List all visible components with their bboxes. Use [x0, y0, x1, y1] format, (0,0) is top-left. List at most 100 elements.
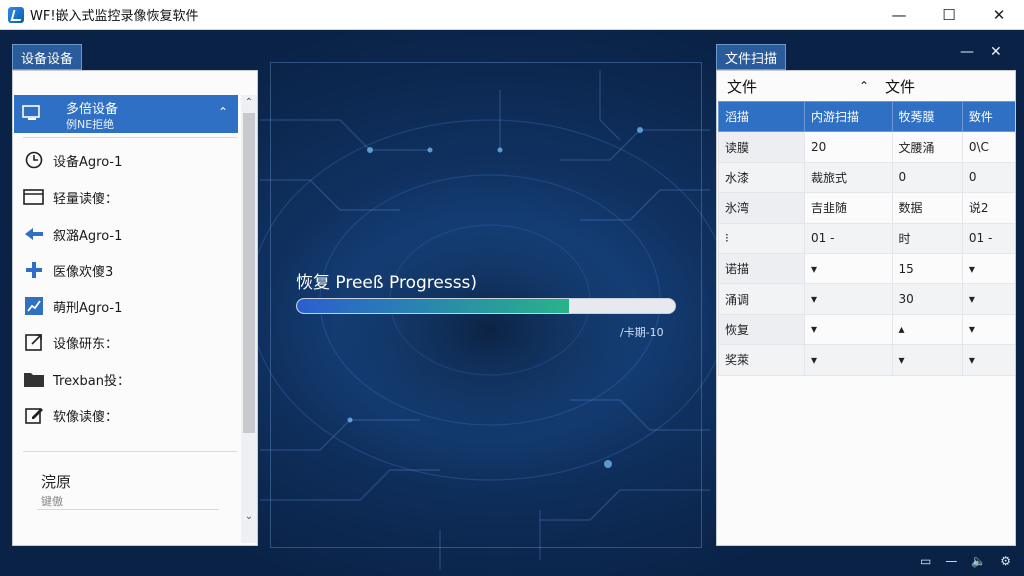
device-item-label: 软像读傻：: [53, 409, 119, 425]
monitor-icon[interactable]: ▭: [920, 554, 931, 568]
progress-bar-fill: [297, 299, 570, 313]
plus-icon: [23, 260, 45, 280]
table-cell: ▾: [961, 344, 1015, 376]
table-cell: ▾: [804, 313, 893, 346]
panel-minimize-button[interactable]: —: [960, 44, 974, 60]
table-cell: 20: [804, 131, 893, 163]
table-row[interactable]: 水漆 裁旅式 0 0: [718, 161, 1015, 194]
table-cell: 读膜: [718, 131, 805, 163]
column-header[interactable]: 致件: [961, 100, 1015, 133]
table-cell: ▾: [961, 252, 1015, 285]
device-item-label: 轻量读傻：: [53, 191, 119, 207]
disk-clock-icon: [23, 150, 45, 170]
file-scan-table: 滔描 内游扫描 牧莠膜 致件 读膜 20 文腰涌 0\C 水漆 裁旅式 0 0 氷湾 吉韭随 数据 说2 ⁝ 01…: [718, 100, 1015, 376]
file-header-right: 文件: [885, 77, 916, 96]
column-header[interactable]: 牧莠膜: [891, 100, 963, 133]
chart-icon: [23, 296, 45, 316]
progress-note: /卡期-10: [620, 326, 664, 339]
table-cell: 奖萊: [718, 344, 805, 376]
file-scan-panel-controls: — ✕: [960, 44, 1002, 60]
scroll-thumb[interactable]: [243, 113, 255, 433]
section-sub: 键傲: [41, 495, 63, 508]
scroll-down-arrow[interactable]: ⌄: [241, 511, 257, 522]
table-cell: ▾: [891, 344, 963, 376]
device-item[interactable]: 萌刑Agro-1: [23, 293, 122, 319]
device-panel: 多倍设备 例NE拒绝 ⌃ 设备Agro-1 轻量读傻： 叙潞Agro-1 医像欢…: [12, 70, 258, 546]
table-row[interactable]: ⁝ 01 - 时 01 -: [718, 222, 1015, 254]
table-cell: 恢复: [718, 313, 805, 346]
device-item[interactable]: 叙潞Agro-1: [23, 221, 122, 247]
file-header-left: 文件: [727, 77, 758, 96]
device-item-label: 设备Agro-1: [53, 154, 123, 170]
table-cell: ▾: [804, 252, 893, 285]
column-header[interactable]: 滔描: [718, 100, 805, 133]
device-item-label: 萌刑Agro-1: [53, 300, 123, 316]
column-header[interactable]: 内游扫描: [804, 100, 893, 133]
device-item-label: 叙潞Agro-1: [53, 228, 123, 244]
window-title: WF!嵌入式监控录像恢复软件: [30, 9, 199, 24]
file-scan-panel-title: 文件扫描: [716, 44, 787, 70]
monitor-icon: [22, 104, 42, 126]
minimize-button[interactable]: —: [874, 0, 924, 30]
table-cell: 说2: [961, 192, 1015, 224]
table-cell: 吉韭随: [804, 192, 893, 224]
speaker-icon[interactable]: 🔈: [971, 554, 986, 568]
device-panel-title: 设备设备: [12, 44, 83, 70]
progress-bar: [296, 298, 676, 314]
table-cell: 01 -: [961, 222, 1015, 254]
table-cell: 文腰涌: [891, 131, 963, 163]
table-cell: ▾: [961, 283, 1015, 315]
device-item-label: Trexban投：: [53, 373, 131, 389]
progress-label: 恢复 Preeß Progresss): [296, 273, 478, 293]
table-row[interactable]: 读膜 20 文腰涌 0\C: [718, 131, 1015, 163]
device-item-label: 医像欢傻3: [53, 264, 114, 280]
table-row[interactable]: 诺描 ▾ 15 ▾: [718, 252, 1015, 285]
table-header-row: 滔描 内游扫描 牧莠膜 致件: [718, 100, 1015, 133]
status-tray: ▭ — 🔈 ⚙: [920, 554, 1011, 568]
device-item-label: 设像研东：: [53, 336, 119, 352]
table-cell: 裁旅式: [804, 161, 893, 194]
device-panel-scrollbar[interactable]: ⌃ ⌄: [241, 95, 257, 543]
table-row[interactable]: 恢复 ▾ ▴ ▾: [718, 313, 1015, 346]
table-cell: ▾: [961, 313, 1015, 346]
table-cell: 0: [891, 161, 963, 194]
selected-device-label: 多倍设备: [66, 102, 119, 117]
table-cell: 氷湾: [718, 192, 805, 224]
gear-icon[interactable]: ⚙: [1000, 554, 1011, 568]
device-item[interactable]: 轻量读傻：: [23, 184, 118, 210]
device-item-selected[interactable]: 多倍设备 例NE拒绝 ⌃: [14, 95, 238, 133]
device-item[interactable]: 软像读傻：: [23, 402, 118, 428]
arrow-left-icon: [23, 224, 45, 244]
table-row[interactable]: 氷湾 吉韭随 数据 说2: [718, 192, 1015, 224]
divider: [37, 509, 219, 510]
window-controls: — ☐ ✕: [874, 0, 1024, 30]
file-scan-panel: 文件 ⌃ 文件 滔描 内游扫描 牧莠膜 致件 读膜 20 文腰涌 0\C 水漆 裁旅式 0 0 氷湾 吉韭…: [716, 70, 1016, 546]
table-cell: ▾: [804, 283, 893, 315]
table-cell: 时: [891, 222, 963, 254]
table-cell: 涌调: [718, 283, 805, 315]
table-cell: ▾: [804, 344, 893, 376]
table-cell: 01 -: [804, 222, 893, 254]
selected-device-sub: 例NE拒绝: [66, 118, 115, 131]
table-cell: 15: [891, 252, 963, 285]
chevron-up-icon[interactable]: ⌃: [218, 105, 228, 119]
scroll-up-arrow[interactable]: ⌃: [241, 97, 257, 108]
table-row[interactable]: 涌调 ▾ 30 ▾: [718, 283, 1015, 315]
device-item[interactable]: 设像研东：: [23, 329, 118, 355]
title-bar: WF!嵌入式监控录像恢复软件 — ☐ ✕: [0, 0, 1024, 30]
window-icon: [23, 187, 45, 207]
table-cell: 0: [961, 161, 1015, 194]
device-item[interactable]: 医像欢傻3: [23, 257, 113, 283]
maximize-button[interactable]: ☐: [924, 0, 974, 30]
table-row[interactable]: 奖萊 ▾ ▾ ▾: [718, 344, 1015, 376]
device-item[interactable]: Trexban投：: [23, 366, 130, 392]
table-cell: ▴: [891, 313, 963, 346]
close-button[interactable]: ✕: [974, 0, 1024, 30]
table-cell: 水漆: [718, 161, 805, 194]
device-item[interactable]: 设备Agro-1: [23, 147, 122, 173]
chevron-up-icon[interactable]: ⌃: [859, 71, 869, 101]
minimize-icon[interactable]: —: [945, 554, 957, 568]
table-cell: 数据: [891, 192, 963, 224]
section-title: 浣原: [41, 473, 72, 491]
panel-close-button[interactable]: ✕: [990, 44, 1002, 60]
